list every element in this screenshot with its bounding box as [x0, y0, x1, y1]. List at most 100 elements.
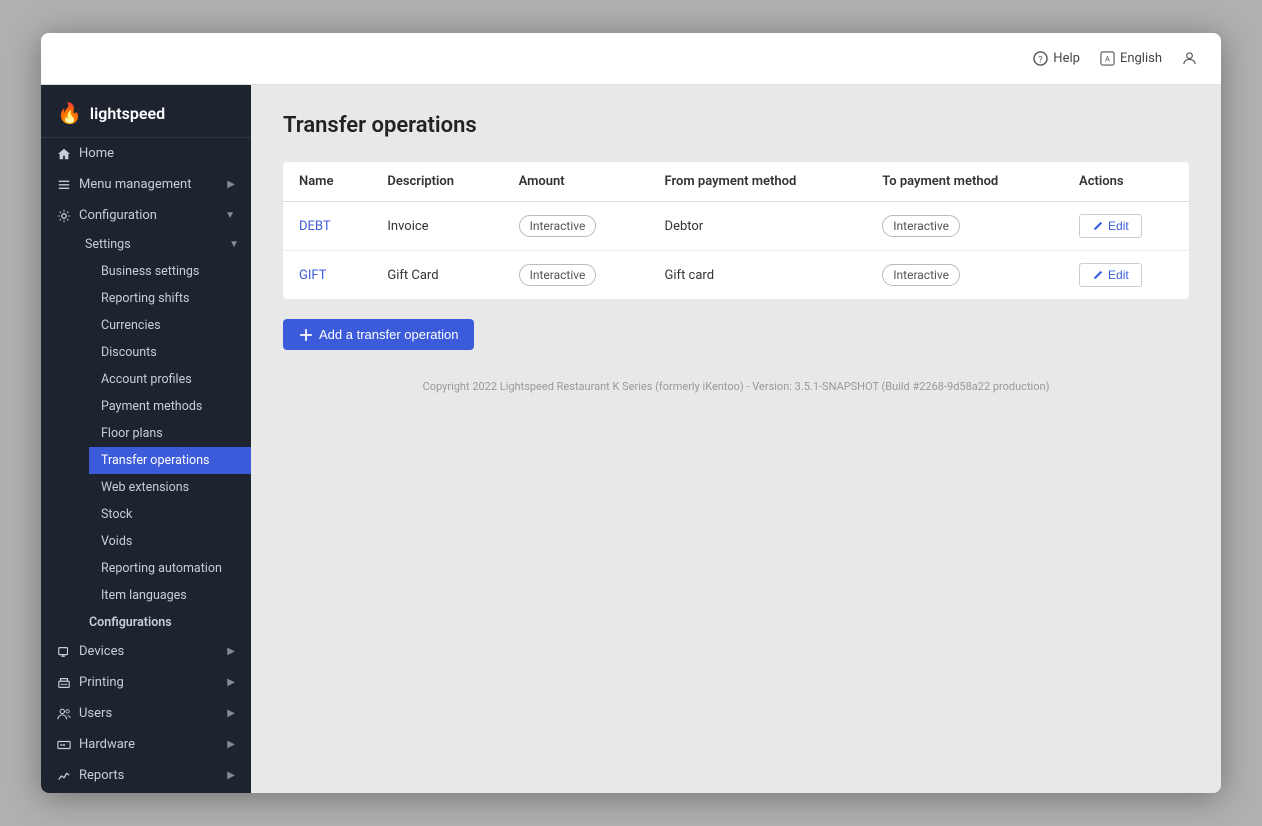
stock-label: Stock: [101, 507, 132, 522]
sidebar-item-web-extensions[interactable]: Web extensions: [89, 474, 251, 501]
sidebar-item-menu-management-label: Menu management: [79, 177, 191, 192]
col-amount: Amount: [503, 162, 649, 202]
content-inner: Transfer operations Name Description Amo…: [251, 85, 1221, 421]
sidebar-item-printing[interactable]: Printing ▶: [41, 667, 251, 698]
sidebar-item-business-settings[interactable]: Business settings: [89, 258, 251, 285]
row2-to-payment: Interactive: [866, 251, 1063, 300]
sidebar-item-home-label: Home: [79, 146, 114, 161]
printing-chevron: ▶: [227, 677, 235, 688]
reports-label: Reports: [79, 768, 124, 783]
row2-amount: Interactive: [503, 251, 649, 300]
settings-submenu: Settings ▼ Business settings Reporting s…: [41, 231, 251, 636]
gift-link[interactable]: GIFT: [299, 268, 326, 283]
configurations-label: Configurations: [89, 615, 172, 630]
sidebar-item-stock[interactable]: Stock: [89, 501, 251, 528]
devices-chevron: ▶: [227, 646, 235, 657]
help-button[interactable]: ? Help: [1033, 51, 1080, 66]
sidebar-item-settings[interactable]: Settings ▼: [73, 231, 251, 258]
sidebar-item-hardware[interactable]: Hardware ▶: [41, 729, 251, 760]
logo-area: 🔥 lightspeed: [41, 85, 251, 138]
transfer-operations-label: Transfer operations: [101, 453, 210, 468]
sidebar-item-configurations[interactable]: Configurations: [73, 609, 251, 636]
row2-actions: Edit: [1063, 251, 1189, 300]
sidebar-item-menu-management[interactable]: Menu management ▶: [41, 169, 251, 200]
printing-label: Printing: [79, 675, 124, 690]
row2-name: GIFT: [283, 251, 371, 300]
sidebar-item-users[interactable]: Users ▶: [41, 698, 251, 729]
sidebar-item-reports[interactable]: Reports ▶: [41, 760, 251, 791]
page-title: Transfer operations: [283, 113, 1189, 138]
sidebar-item-configuration[interactable]: Configuration ▼: [41, 200, 251, 231]
svg-text:?: ?: [1039, 54, 1044, 65]
col-to-payment: To payment method: [866, 162, 1063, 202]
logo-icon: 🔥: [57, 101, 82, 125]
sidebar-item-reporting-shifts[interactable]: Reporting shifts: [89, 285, 251, 312]
voids-label: Voids: [101, 534, 132, 549]
add-button-label: Add a transfer operation: [319, 327, 458, 342]
sidebar-item-account-profiles[interactable]: Account profiles: [89, 366, 251, 393]
sidebar-item-transfer-operations[interactable]: Transfer operations: [89, 447, 251, 474]
item-languages-label: Item languages: [101, 588, 187, 603]
sidebar-item-payment-methods[interactable]: Payment methods: [89, 393, 251, 420]
web-extensions-label: Web extensions: [101, 480, 189, 495]
sidebar-item-devices[interactable]: Devices ▶: [41, 636, 251, 667]
content-area: Transfer operations Name Description Amo…: [251, 85, 1221, 793]
app-window: ? Help A English 🔥 lightspeed Home: [41, 33, 1221, 793]
reports-chevron: ▶: [227, 770, 235, 781]
main-layout: 🔥 lightspeed Home Menu management ▶ Conf…: [41, 85, 1221, 793]
table-header-row: Name Description Amount From payment met…: [283, 162, 1189, 202]
row1-from-payment: Debtor: [649, 202, 867, 251]
gift-edit-button[interactable]: Edit: [1079, 263, 1142, 287]
sidebar-item-floor-plans[interactable]: Floor plans: [89, 420, 251, 447]
row1-description: Invoice: [371, 202, 502, 251]
sidebar: 🔥 lightspeed Home Menu management ▶ Conf…: [41, 85, 251, 793]
reporting-shifts-label: Reporting shifts: [101, 291, 189, 306]
row1-to-payment: Interactive: [866, 202, 1063, 251]
row2-from-payment: Gift card: [649, 251, 867, 300]
row1-amount: Interactive: [503, 202, 649, 251]
user-profile-button[interactable]: [1182, 51, 1197, 66]
col-from-payment: From payment method: [649, 162, 867, 202]
topbar: ? Help A English: [41, 33, 1221, 85]
table-row: GIFT Gift Card Interactive Gift card Int…: [283, 251, 1189, 300]
language-label: English: [1120, 51, 1162, 66]
add-transfer-operation-button[interactable]: Add a transfer operation: [283, 319, 474, 350]
row2-amount-badge: Interactive: [519, 264, 597, 286]
sidebar-item-home[interactable]: Home: [41, 138, 251, 169]
row2-to-badge: Interactive: [882, 264, 960, 286]
table-row: DEBT Invoice Interactive Debtor Interact…: [283, 202, 1189, 251]
row1-actions: Edit: [1063, 202, 1189, 251]
sidebar-item-currencies[interactable]: Currencies: [89, 312, 251, 339]
help-label: Help: [1053, 51, 1080, 66]
sidebar-item-discounts[interactable]: Discounts: [89, 339, 251, 366]
debt-edit-button[interactable]: Edit: [1079, 214, 1142, 238]
settings-items: Business settings Reporting shifts Curre…: [73, 258, 251, 609]
configuration-chevron: ▼: [225, 210, 235, 221]
sidebar-item-settings-label: Settings: [85, 237, 131, 252]
menu-management-chevron: ▶: [227, 179, 235, 190]
debt-link[interactable]: DEBT: [299, 219, 331, 234]
col-name: Name: [283, 162, 371, 202]
discounts-label: Discounts: [101, 345, 157, 360]
settings-chevron: ▼: [229, 239, 239, 250]
business-settings-label: Business settings: [101, 264, 199, 279]
sidebar-item-hours[interactable]: Hours ▶: [41, 791, 251, 793]
sidebar-item-voids[interactable]: Voids: [89, 528, 251, 555]
sidebar-item-item-languages[interactable]: Item languages: [89, 582, 251, 609]
devices-label: Devices: [79, 644, 124, 659]
language-selector[interactable]: A English: [1100, 51, 1162, 66]
hardware-label: Hardware: [79, 737, 135, 752]
hardware-chevron: ▶: [227, 739, 235, 750]
sidebar-item-reporting-automation[interactable]: Reporting automation: [89, 555, 251, 582]
users-label: Users: [79, 706, 112, 721]
users-chevron: ▶: [227, 708, 235, 719]
row1-name: DEBT: [283, 202, 371, 251]
row1-amount-badge: Interactive: [519, 215, 597, 237]
row1-to-badge: Interactive: [882, 215, 960, 237]
svg-text:A: A: [1105, 54, 1110, 63]
col-actions: Actions: [1063, 162, 1189, 202]
footer-text: Copyright 2022 Lightspeed Restaurant K S…: [423, 380, 1050, 393]
data-table: Name Description Amount From payment met…: [283, 162, 1189, 299]
reporting-automation-label: Reporting automation: [101, 561, 222, 576]
floor-plans-label: Floor plans: [101, 426, 163, 441]
